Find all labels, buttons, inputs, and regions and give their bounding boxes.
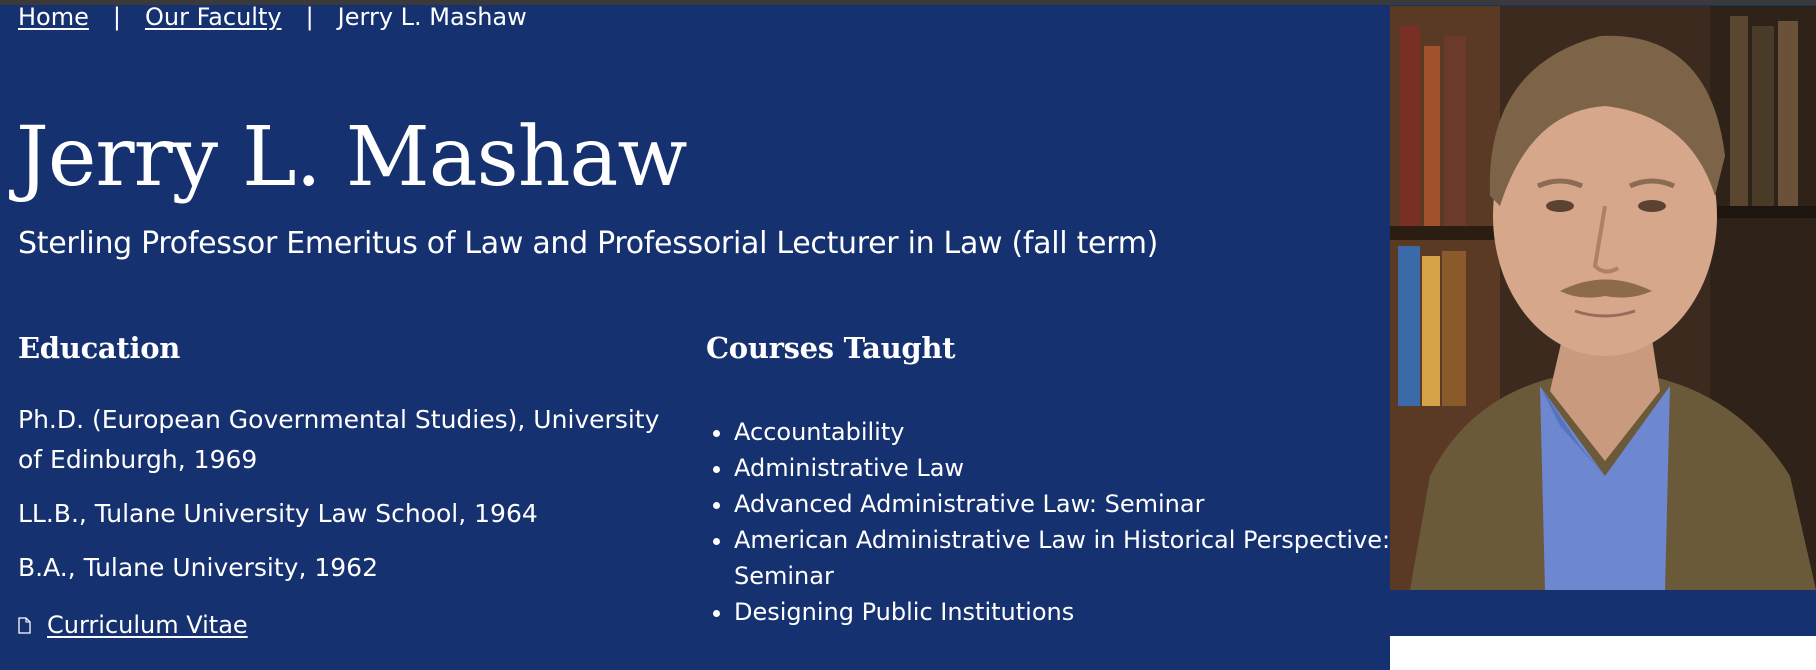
education-item: B.A., Tulane University, 1962 xyxy=(18,553,378,582)
faculty-title: Sterling Professor Emeritus of Law and P… xyxy=(18,226,1159,261)
curriculum-vitae-link[interactable]: Curriculum Vitae xyxy=(47,608,248,642)
courses-heading: Courses Taught xyxy=(706,331,956,365)
breadcrumb-faculty-link[interactable]: Our Faculty xyxy=(145,3,282,31)
course-item: Advanced Administrative Law: Seminar xyxy=(734,486,1414,522)
course-item: Designing Public Institutions xyxy=(734,594,1414,630)
breadcrumb-separator: | xyxy=(305,3,314,31)
course-item: American Administrative Law in Historica… xyxy=(734,522,1414,594)
breadcrumb-current: Jerry L. Mashaw xyxy=(337,3,527,31)
breadcrumb-separator: | xyxy=(112,3,121,31)
education-item: Ph.D. (European Governmental Studies), U… xyxy=(18,405,660,474)
course-item: Accountability xyxy=(734,414,1414,450)
courses-list: Accountability Administrative Law Advanc… xyxy=(706,414,1414,630)
breadcrumb: Home | Our Faculty | Jerry L. Mashaw xyxy=(18,2,527,32)
cv-link-row: Curriculum Vitae xyxy=(18,608,248,642)
faculty-portrait xyxy=(1390,6,1816,590)
education-heading: Education xyxy=(18,331,181,365)
course-item: Administrative Law xyxy=(734,450,1414,486)
education-item: LL.B., Tulane University Law School, 196… xyxy=(18,499,538,528)
education-list: Ph.D. (European Governmental Studies), U… xyxy=(18,400,678,602)
document-icon xyxy=(18,616,31,634)
sidebar-card xyxy=(1390,636,1816,670)
page-title: Jerry L. Mashaw xyxy=(16,110,688,205)
breadcrumb-home-link[interactable]: Home xyxy=(18,3,89,31)
